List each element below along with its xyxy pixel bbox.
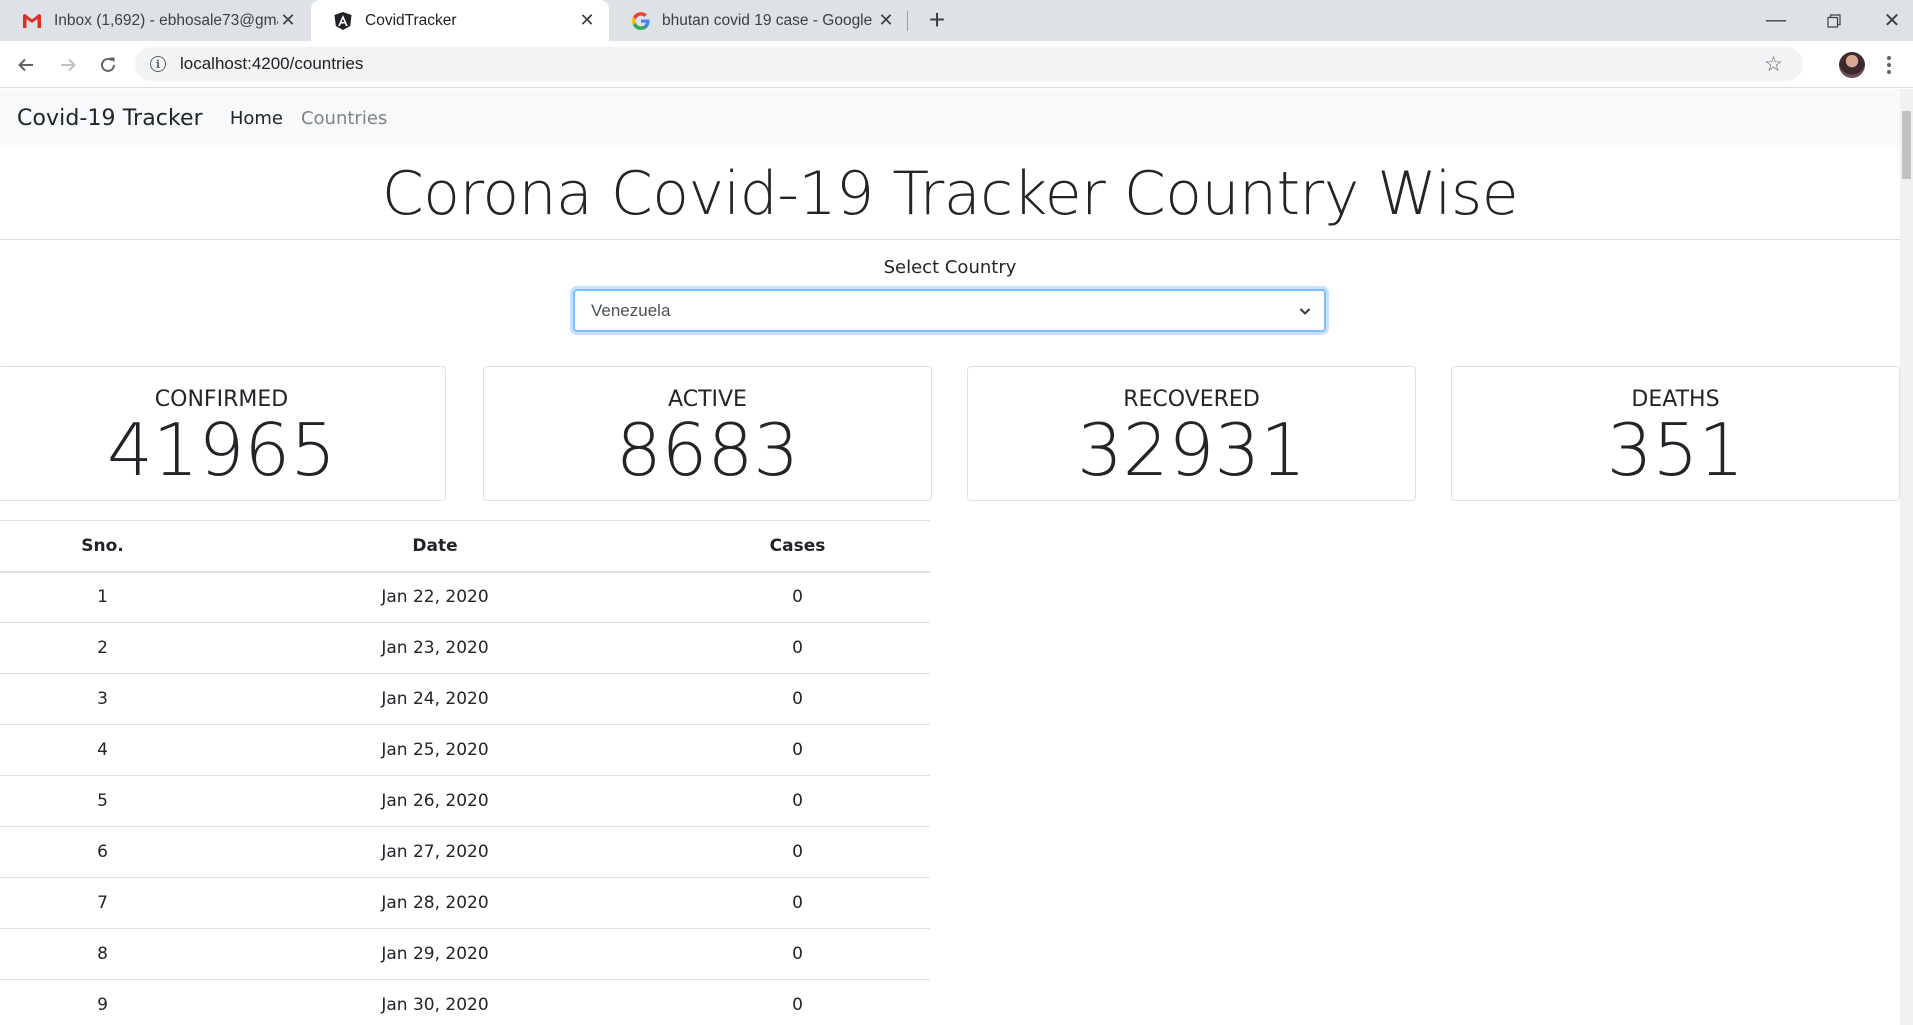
forward-icon[interactable] — [54, 51, 82, 79]
cell-cases: 0 — [665, 571, 930, 623]
close-icon[interactable]: ✕ — [577, 10, 597, 31]
nav-link-countries[interactable]: Countries — [301, 108, 387, 129]
cell-sno: 8 — [0, 928, 205, 980]
chevron-down-icon — [1296, 302, 1314, 320]
profile-avatar[interactable] — [1839, 52, 1865, 78]
nav-link-home[interactable]: Home — [230, 108, 283, 129]
cell-cases: 0 — [665, 979, 930, 1025]
column-header-sno: Sno. — [0, 520, 205, 573]
tab-gmail[interactable]: Inbox (1,692) - ebhosale73@gma ✕ — [0, 0, 310, 41]
url-text: localhost:4200/countries — [180, 54, 364, 73]
table-row: 7 Jan 28, 2020 0 — [0, 877, 930, 929]
stat-value: 8683 — [615, 408, 800, 492]
stat-card-confirmed: CONFIRMED 41965 — [0, 366, 446, 501]
gmail-icon — [22, 13, 42, 29]
restore-icon[interactable] — [1805, 0, 1863, 41]
cell-date: Jan 23, 2020 — [205, 622, 665, 674]
country-select[interactable]: Venezuela — [573, 289, 1326, 332]
tab-google-search[interactable]: bhutan covid 19 case - Google Se ✕ — [610, 0, 908, 41]
column-header-date: Date — [205, 520, 665, 573]
selected-country: Venezuela — [591, 300, 671, 320]
cell-sno: 5 — [0, 775, 205, 827]
table-row: 5 Jan 26, 2020 0 — [0, 775, 930, 827]
cell-cases: 0 — [665, 724, 930, 776]
app-navbar: Covid-19 Tracker Home Countries — [0, 89, 1900, 147]
cell-sno: 9 — [0, 979, 205, 1025]
minimize-icon[interactable]: — — [1747, 0, 1805, 41]
stat-card-active: ACTIVE 8683 — [483, 366, 932, 501]
cell-date: Jan 27, 2020 — [205, 826, 665, 878]
table-row: 9 Jan 30, 2020 0 — [0, 979, 930, 1025]
page-scrollbar[interactable] — [1900, 89, 1913, 1025]
cell-date: Jan 24, 2020 — [205, 673, 665, 725]
cell-date: Jan 25, 2020 — [205, 724, 665, 776]
navbar-brand[interactable]: Covid-19 Tracker — [17, 106, 203, 131]
cell-sno: 3 — [0, 673, 205, 725]
table-row: 4 Jan 25, 2020 0 — [0, 724, 930, 776]
cell-cases: 0 — [665, 775, 930, 827]
scrollbar-thumb[interactable] — [1902, 111, 1911, 179]
angular-icon — [333, 11, 353, 31]
cell-cases: 0 — [665, 673, 930, 725]
info-icon[interactable]: i — [150, 56, 166, 72]
cell-sno: 7 — [0, 877, 205, 929]
title-divider — [0, 239, 1900, 240]
cell-date: Jan 30, 2020 — [205, 979, 665, 1025]
table-row: 3 Jan 24, 2020 0 — [0, 673, 930, 725]
cell-cases: 0 — [665, 622, 930, 674]
cell-sno: 1 — [0, 571, 205, 623]
tab-title: bhutan covid 19 case - Google Se — [662, 11, 876, 29]
tab-title: CovidTracker — [365, 11, 457, 29]
stat-value: 41965 — [106, 408, 337, 492]
back-icon[interactable] — [12, 51, 40, 79]
close-window-icon[interactable]: ✕ — [1863, 0, 1913, 41]
cell-cases: 0 — [665, 928, 930, 980]
cell-sno: 4 — [0, 724, 205, 776]
browser-toolbar: i localhost:4200/countries ☆ — [0, 41, 1913, 88]
cell-cases: 0 — [665, 877, 930, 929]
tab-title: Inbox (1,692) - ebhosale73@gma — [54, 11, 278, 29]
table-header-row: Sno. Date Cases — [0, 520, 930, 573]
close-icon[interactable]: ✕ — [876, 10, 896, 31]
close-icon[interactable]: ✕ — [278, 10, 298, 31]
cell-date: Jan 28, 2020 — [205, 877, 665, 929]
cell-date: Jan 22, 2020 — [205, 571, 665, 623]
browser-tabstrip: Inbox (1,692) - ebhosale73@gma ✕ CovidTr… — [0, 0, 1913, 41]
stat-value: 32931 — [1076, 408, 1307, 492]
cell-sno: 6 — [0, 826, 205, 878]
table-row: 6 Jan 27, 2020 0 — [0, 826, 930, 878]
cell-date: Jan 26, 2020 — [205, 775, 665, 827]
page-title: Corona Covid-19 Tracker Country Wise — [381, 159, 1519, 229]
table-row: 2 Jan 23, 2020 0 — [0, 622, 930, 674]
cell-cases: 0 — [665, 826, 930, 878]
select-country-label: Select Country — [883, 257, 1017, 278]
new-tab-button[interactable]: + — [923, 6, 951, 35]
table-row: 8 Jan 29, 2020 0 — [0, 928, 930, 980]
stat-card-deaths: DEATHS 351 — [1451, 366, 1900, 501]
reload-icon[interactable] — [94, 51, 122, 79]
tab-separator — [907, 11, 908, 31]
table-row: 1 Jan 22, 2020 0 — [0, 571, 930, 623]
cell-date: Jan 29, 2020 — [205, 928, 665, 980]
stat-card-recovered: RECOVERED 32931 — [967, 366, 1416, 501]
bookmark-star-icon[interactable]: ☆ — [1764, 52, 1783, 77]
cell-sno: 2 — [0, 622, 205, 674]
column-header-cases: Cases — [665, 520, 930, 573]
browser-menu-icon[interactable] — [1881, 51, 1897, 79]
stat-value: 351 — [1606, 408, 1745, 492]
google-icon — [632, 11, 650, 30]
tab-covidtracker[interactable]: CovidTracker ✕ — [311, 0, 609, 41]
cases-table: Sno. Date Cases 1 Jan 22, 2020 0 2 Jan 2… — [0, 520, 930, 1025]
address-bar[interactable]: i localhost:4200/countries ☆ — [135, 47, 1803, 81]
